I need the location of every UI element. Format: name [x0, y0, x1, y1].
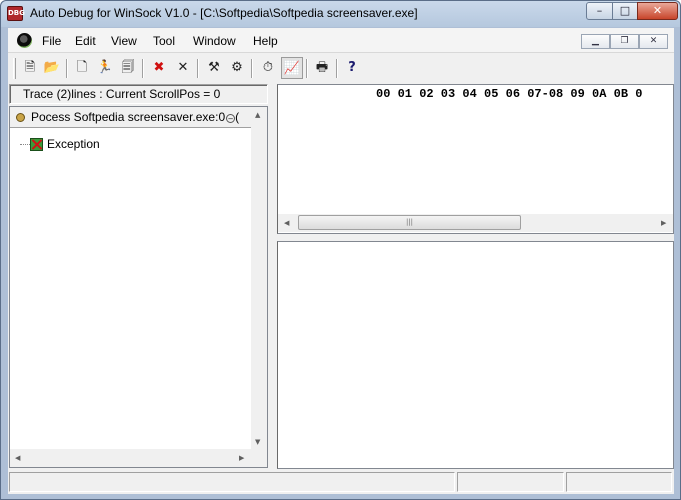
scroll-down-icon[interactable]: ▼: [255, 438, 260, 446]
menu-window[interactable]: Window: [193, 34, 236, 48]
delete-glyph: ✖: [153, 60, 165, 75]
trace-header: Trace (2)lines : Current ScrollPos = 0: [9, 84, 268, 104]
new-trace-icon[interactable]: 🗎: [19, 57, 41, 79]
hex-column-header: 00 01 02 03 04 05 06 07-08 09 0A 0B 0: [376, 87, 643, 101]
hex-view[interactable]: 00 01 02 03 04 05 06 07-08 09 0A 0B 0 ◀ …: [277, 84, 674, 234]
status-panel-main: [9, 472, 455, 492]
tree-horizontal-scrollbar[interactable]: ◀ ▶: [10, 449, 251, 467]
scroll-left-icon[interactable]: ◀: [284, 219, 289, 227]
status-panel-3: [566, 472, 672, 492]
toolbar-grip[interactable]: [13, 58, 16, 79]
toolbar: 🗎 📂 🗋 🏃 🗐 ✖ ✕ ⚒ ⚙ ⏱ 📈 🖶 ?: [8, 54, 674, 83]
print-icon[interactable]: 🖶: [311, 57, 333, 79]
menu-view[interactable]: View: [111, 34, 137, 48]
status-panel-2: [457, 472, 564, 492]
scroll-thumb[interactable]: |||: [298, 215, 521, 230]
menu-tool[interactable]: Tool: [153, 34, 175, 48]
toolbar-separator: [251, 59, 253, 78]
document-window-icon[interactable]: [17, 33, 32, 48]
child-minimize-button[interactable]: ▁: [581, 34, 610, 49]
run-icon[interactable]: 🏃: [94, 57, 116, 79]
child-close-button[interactable]: ✕: [639, 34, 668, 49]
process-node[interactable]: Pocess Softpedia screensaver.exe:0–(: [10, 107, 251, 128]
close-icon[interactable]: ✕: [172, 57, 194, 79]
trace-tree[interactable]: Pocess Softpedia screensaver.exe:0–( Exc…: [9, 106, 268, 468]
window-title: Auto Debug for WinSock V1.0 - [C:\Softpe…: [30, 6, 418, 20]
scroll-right-icon[interactable]: ▶: [661, 219, 666, 227]
exception-icon: [30, 138, 43, 151]
close-button[interactable]: ✕: [637, 2, 678, 20]
title-bar: DBG Auto Debug for WinSock V1.0 - [C:\So…: [1, 1, 680, 27]
app-icon[interactable]: DBG: [7, 6, 25, 21]
menu-help[interactable]: Help: [253, 34, 278, 48]
process-label-suffix: (: [235, 110, 240, 124]
scrollbar-corner: [251, 449, 267, 467]
menu-bar: File Edit View Tool Window Help ▁ ❐ ✕: [8, 28, 674, 53]
toolbar-separator: [336, 59, 338, 78]
child-restore-button[interactable]: ❐: [610, 34, 639, 49]
menu-file[interactable]: File: [42, 34, 61, 48]
open-icon[interactable]: 📂: [41, 57, 63, 79]
scroll-up-icon[interactable]: ▲: [255, 111, 260, 119]
minimize-button[interactable]: –: [586, 2, 613, 20]
help-icon[interactable]: ?: [341, 57, 363, 79]
menu-edit[interactable]: Edit: [75, 34, 96, 48]
process-icon: [16, 113, 25, 122]
tree-node-exception[interactable]: Exception: [47, 137, 100, 151]
properties-icon[interactable]: ⚙: [226, 57, 248, 79]
toolbar-separator: [306, 59, 308, 78]
scroll-right-icon[interactable]: ▶: [239, 454, 244, 462]
detail-view[interactable]: [277, 241, 674, 469]
chart-icon[interactable]: 📈: [281, 57, 303, 79]
toolbar-separator: [66, 59, 68, 78]
tools-icon[interactable]: ⚒: [203, 57, 225, 79]
scroll-left-icon[interactable]: ◀: [15, 454, 20, 462]
timer-icon[interactable]: ⏱: [257, 57, 279, 79]
document-icon[interactable]: 🗐: [117, 57, 139, 79]
process-label-text: Pocess Softpedia screensaver.exe:0: [31, 110, 226, 124]
application-window: DBG Auto Debug for WinSock V1.0 - [C:\So…: [0, 0, 681, 500]
toolbar-separator: [142, 59, 144, 78]
status-bar: [8, 470, 674, 494]
toolbar-separator: [197, 59, 199, 78]
maximize-button[interactable]: □: [612, 2, 638, 20]
delete-icon[interactable]: ✖: [148, 57, 170, 79]
new-file-icon[interactable]: 🗋: [71, 57, 93, 79]
hex-horizontal-scrollbar[interactable]: ◀ ||| ▶: [278, 214, 673, 232]
client-area: File Edit View Tool Window Help ▁ ❐ ✕ 🗎 …: [8, 28, 674, 494]
process-label: Pocess Softpedia screensaver.exe:0–(: [31, 110, 239, 124]
tree-vertical-scrollbar[interactable]: ▲ ▼: [251, 107, 267, 449]
collapse-icon[interactable]: –: [226, 114, 236, 123]
